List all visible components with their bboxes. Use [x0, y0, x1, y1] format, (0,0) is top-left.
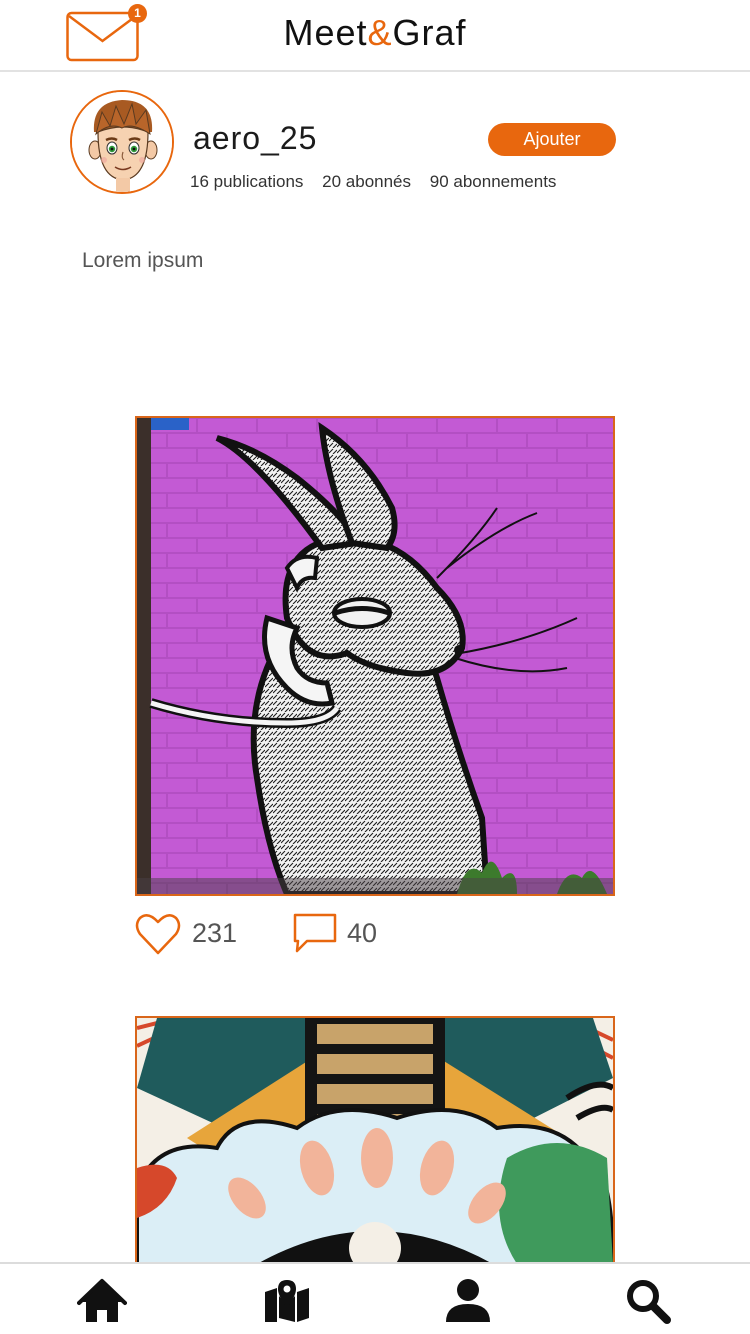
- like-count: 231: [192, 918, 238, 948]
- nav-home[interactable]: [77, 1278, 127, 1324]
- comment-button[interactable]: [293, 913, 337, 953]
- nav-map[interactable]: [262, 1278, 312, 1324]
- avatar[interactable]: [70, 90, 174, 194]
- brand-text-meet: Meet: [283, 12, 368, 53]
- map-icon: [265, 1280, 309, 1322]
- profile-icon: [446, 1279, 490, 1322]
- profile-stats: 16 publications 20 abonnés 90 abonnement…: [190, 172, 570, 192]
- bottom-navigation: [0, 1262, 750, 1334]
- nav-search[interactable]: [623, 1278, 673, 1324]
- brand-logo: Meet&Graf: [0, 12, 750, 54]
- profile-bio: Lorem ipsum: [82, 249, 204, 272]
- comment-icon: [293, 913, 337, 953]
- like-button[interactable]: [135, 912, 181, 956]
- followers-count[interactable]: 20 abonnés: [322, 172, 411, 191]
- post-image[interactable]: [135, 416, 615, 896]
- rabbit-mural-image: [137, 418, 613, 894]
- brand-ampersand: &: [367, 12, 393, 53]
- search-icon: [627, 1280, 671, 1324]
- brand-text-graf: Graf: [392, 12, 467, 53]
- home-icon: [77, 1279, 127, 1322]
- app-header: 1 Meet&Graf: [0, 0, 750, 72]
- heart-icon: [135, 914, 181, 955]
- nav-profile[interactable]: [443, 1278, 493, 1324]
- publications-count[interactable]: 16 publications: [190, 172, 303, 191]
- post-image[interactable]: [135, 1016, 615, 1266]
- profile-username: aero_25: [193, 120, 318, 156]
- colorful-mural-image: [137, 1018, 613, 1264]
- post-actions: 231 40: [135, 910, 615, 960]
- following-count[interactable]: 90 abonnements: [430, 172, 557, 191]
- add-friend-button[interactable]: Ajouter: [488, 123, 616, 156]
- comment-count: 40: [347, 918, 378, 948]
- avatar-illustration: [72, 92, 172, 192]
